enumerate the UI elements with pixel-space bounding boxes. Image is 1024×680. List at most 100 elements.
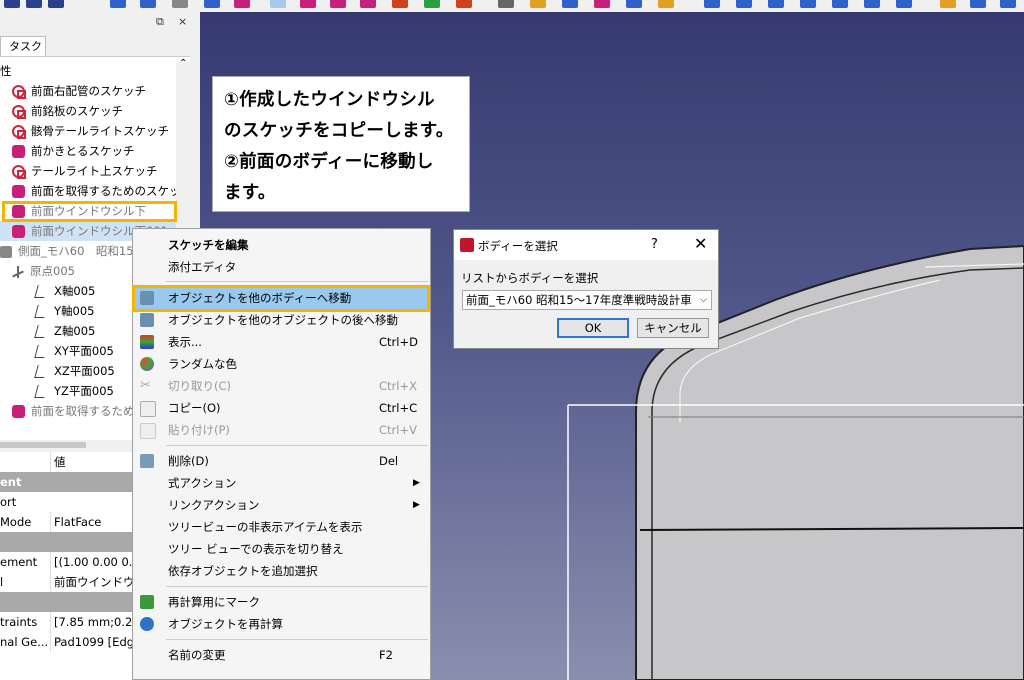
plane-icon [34,345,48,358]
property-group[interactable]: ent [0,472,132,492]
toolbar-icon[interactable] [330,0,346,8]
menu-item-toggle-tree-visibility[interactable]: ツリー ビューでの表示を切り替え [135,538,428,560]
toolbar-icon[interactable] [736,0,752,8]
toolbar-icon[interactable] [234,0,250,8]
property-row[interactable]: ort [0,492,132,512]
toolbar-icon[interactable] [530,0,546,8]
scroll-thumb[interactable] [0,442,86,448]
property-group[interactable] [0,592,132,612]
property-row[interactable]: Mode FlatFace [0,512,132,532]
toolbar-icon[interactable] [864,0,880,8]
toolbar-icon[interactable] [26,0,42,8]
toolbar-icon[interactable] [270,0,286,8]
menu-item-cut[interactable]: ✂ 切り取り(C) Ctrl+X [135,375,428,397]
menu-item-select-dependents[interactable]: 依存オブジェクトを追加選択 [135,560,428,582]
property-row[interactable]: traints[7.85 mm;0.25 m [0,612,132,632]
toolbar-icon[interactable] [204,0,220,8]
menu-item-move-after-object[interactable]: オブジェクトを他のオブジェクトの後へ移動 [135,309,428,331]
tree-item[interactable]: 前面右配管のスケッチ [12,81,146,101]
random-color-icon [140,357,154,371]
toolbar-icon[interactable] [594,0,610,8]
help-button[interactable]: ? [651,237,658,252]
menu-separator [166,445,428,446]
tree-item[interactable]: 前銘板のスケッチ [12,101,123,121]
body-select[interactable]: 前面_モハ60 昭和15〜17年度準戦時設計車 ⌵ [462,290,712,310]
move-after-icon [140,313,154,327]
tree-item[interactable]: 前面を取得するための [12,401,146,421]
toolbar-icon[interactable] [562,0,578,8]
tree-item[interactable]: X軸005 [34,281,95,301]
property-group[interactable] [0,532,132,552]
tree-item[interactable]: XY平面005 [34,341,114,361]
tree-item-body[interactable]: 側面_モハ60 昭和15〜 [0,241,145,261]
menu-item-move-to-other-body[interactable]: オブジェクトを他のボディーへ移動 [135,287,428,309]
menu-item-link-actions[interactable]: リンクアクション ▶ [135,494,428,516]
toolbar-icon[interactable] [800,0,816,8]
toolbar-icon[interactable] [1000,0,1016,8]
toolbar-icon[interactable] [896,0,912,8]
toolbar-icon[interactable] [172,0,188,8]
tree-item-window-sill[interactable]: 前面ウインドウシル下 [12,201,146,221]
tree-item[interactable]: 前面を取得するためのスケッチ [12,181,190,201]
select-body-dialog: ボディーを選択 ? ✕ リストからボディーを選択 前面_モハ60 昭和15〜17… [453,229,719,349]
ok-button[interactable]: OK [557,318,629,338]
menu-item-delete[interactable]: 削除(D) Del [135,450,428,472]
toolbar-icon[interactable] [300,0,316,8]
menu-item-paste[interactable]: 貼り付け(P) Ctrl+V [135,419,428,441]
menu-item-recompute[interactable]: オブジェクトを再計算 [135,613,428,635]
copy-icon [140,401,156,417]
tree-item[interactable]: Y軸005 [34,301,94,321]
tab-task[interactable]: タスク [0,36,46,56]
instruction-note: ①作成したウインドウシル のスケッチをコピーします。 ②前面のボディーに移動し … [212,76,470,212]
plane-icon [34,385,48,398]
axis-icon [34,305,48,318]
toolbar-icon[interactable] [970,0,986,8]
toolbar-icon[interactable] [498,0,514,8]
menu-item-random-color[interactable]: ランダムな色 [135,353,428,375]
toolbar-icon[interactable] [110,0,126,8]
tree-item[interactable]: テールライト上スケッチ [12,161,158,181]
context-menu: スケッチを編集 添付エディタ オブジェクトを他のボディーへ移動 オブジェクトを他… [132,228,431,680]
cancel-button[interactable]: キャンセル [637,318,709,338]
toolbar-icon[interactable] [392,0,408,8]
toolbar-icon[interactable] [140,0,156,8]
sketch-icon [12,105,26,119]
appearance-icon [140,335,154,349]
sketch-icon [12,145,25,158]
close-button[interactable]: ✕ [694,234,707,253]
tree-item[interactable]: 骸骨テールライトスケッチ [12,121,169,141]
toolbar-icon[interactable] [658,0,674,8]
toolbar-icon[interactable] [424,0,440,8]
property-header: 値 [0,452,132,473]
toolbar-icon[interactable] [4,0,20,8]
toolbar-icon[interactable] [456,0,472,8]
menu-item-rename[interactable]: 名前の変更 F2 [135,644,428,666]
property-row[interactable]: nal Ge...Pad1099 [Edge9 [0,632,132,652]
menu-item-show-hidden[interactable]: ツリービューの非表示アイテムを表示 [135,516,428,538]
menu-item-attachment-editor[interactable]: 添付エディタ [135,256,428,278]
toolbar-icon[interactable] [768,0,784,8]
close-icon[interactable]: × [178,15,187,28]
property-row[interactable]: l前面ウインドウシ [0,572,132,592]
tree-item-origin[interactable]: 原点005 [12,261,75,281]
toolbar-icon[interactable] [48,0,64,8]
scroll-up-icon[interactable]: ⌃ [179,58,187,69]
toolbar-icon[interactable] [360,0,376,8]
menu-item-edit-sketch[interactable]: スケッチを編集 [135,234,428,256]
tree-item[interactable]: YZ平面005 [34,381,114,401]
scissors-icon: ✂ [140,378,151,393]
plane-icon [34,365,48,378]
menu-item-copy[interactable]: コピー(O) Ctrl+C [135,397,428,419]
tree-item[interactable]: XZ平面005 [34,361,115,381]
dock-icon[interactable]: ⧉ [156,15,164,29]
tree-item[interactable]: 前かきとるスケッチ [12,141,135,161]
menu-item-mark-recompute[interactable]: 再計算用にマーク [135,591,428,613]
menu-item-expression-actions[interactable]: 式アクション ▶ [135,472,428,494]
toolbar-icon[interactable] [626,0,642,8]
toolbar-icon[interactable] [704,0,720,8]
toolbar-icon[interactable] [940,0,956,8]
toolbar-icon[interactable] [832,0,848,8]
property-row[interactable]: ement[(1.00 0.00 0.00) [0,552,132,572]
menu-item-appearance[interactable]: 表示... Ctrl+D [135,331,428,353]
tree-item[interactable]: Z軸005 [34,321,95,341]
